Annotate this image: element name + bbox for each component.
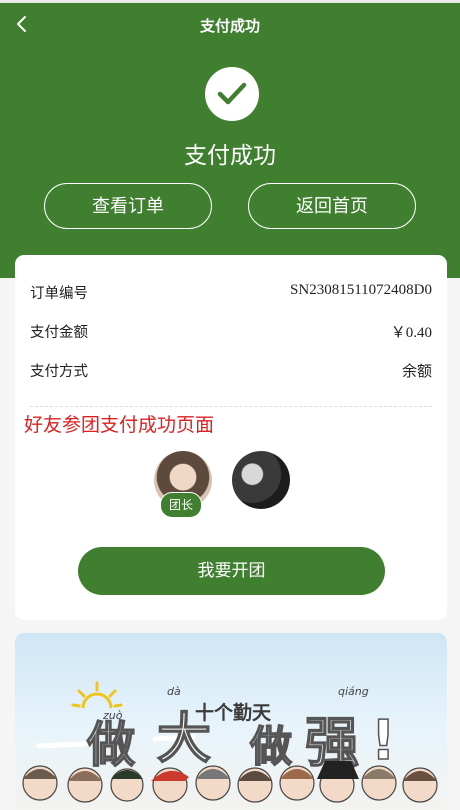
cartoon-characters bbox=[22, 761, 438, 803]
slogan-char-3: 做 bbox=[249, 722, 292, 771]
nav-title: 支付成功 bbox=[199, 17, 260, 35]
payment-method-value: 余额 bbox=[401, 364, 432, 380]
pinyin-da: dà bbox=[167, 685, 181, 698]
slogan-char-1: 做 bbox=[86, 717, 135, 773]
order-number-value: SN23081511072408D0 bbox=[290, 282, 432, 298]
promo-banner[interactable]: zuò dà qiáng 十个勤天 做 大 做 强 ! bbox=[15, 633, 447, 810]
payment-amount-row: 支付金额 ￥0.40 bbox=[30, 321, 432, 343]
order-card: 订单编号 SN23081511072408D0 支付金额 ￥0.40 支付方式 … bbox=[15, 255, 447, 620]
start-group-button[interactable]: 我要开团 bbox=[78, 547, 385, 595]
payment-amount-value: ￥0.40 bbox=[390, 325, 432, 341]
divider bbox=[30, 406, 432, 407]
notice-text: 好友参团支付成功页面 bbox=[24, 414, 215, 436]
payment-amount-label: 支付金额 bbox=[30, 325, 88, 341]
slogan-char-2: 大 bbox=[157, 707, 211, 770]
promo-banner-art: zuò dà qiáng 十个勤天 做 大 做 强 ! bbox=[22, 681, 438, 803]
nav-bar: 支付成功 bbox=[0, 3, 460, 47]
order-number-label: 订单编号 bbox=[30, 286, 88, 302]
back-home-button[interactable]: 返回首页 bbox=[248, 183, 416, 229]
payment-method-row: 支付方式 余额 bbox=[30, 360, 432, 382]
view-orders-button[interactable]: 查看订单 bbox=[44, 183, 212, 229]
status-title: 支付成功 bbox=[184, 143, 276, 169]
order-number-row: 订单编号 SN23081511072408D0 bbox=[30, 282, 432, 304]
member-avatar bbox=[232, 451, 290, 509]
success-check-icon bbox=[205, 67, 259, 121]
sun-icon bbox=[71, 681, 123, 709]
pinyin-qiang: qiáng bbox=[338, 685, 369, 698]
leader-badge: 团长 bbox=[160, 492, 202, 518]
slogan-exclaim: ! bbox=[371, 709, 396, 772]
payment-method-label: 支付方式 bbox=[30, 364, 88, 380]
